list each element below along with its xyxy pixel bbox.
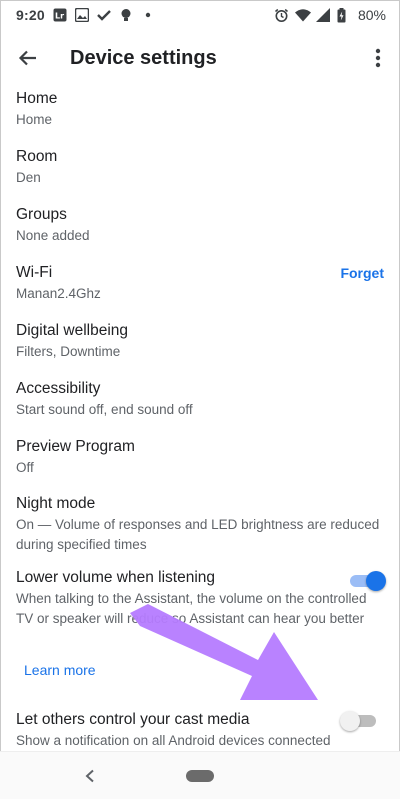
status-bar: 9:20 Lr 80%	[0, 0, 400, 30]
cast-media-toggle[interactable]	[340, 710, 378, 732]
setting-subtitle: On — Volume of responses and LED brightn…	[16, 517, 380, 552]
battery-percent: 80%	[357, 7, 386, 23]
setting-preview-program[interactable]: Preview Program Off	[16, 436, 384, 478]
svg-text:Lr: Lr	[55, 12, 64, 21]
setting-groups[interactable]: Groups None added	[16, 204, 384, 246]
lr-icon: Lr	[53, 8, 67, 22]
setting-subtitle: Show a notification on all Android devic…	[16, 733, 331, 748]
setting-subtitle: When talking to the Assistant, the volum…	[16, 591, 367, 626]
more-options-button[interactable]	[356, 30, 400, 86]
toggle-thumb	[366, 571, 386, 591]
setting-title: Preview Program	[16, 438, 135, 455]
bulb-icon	[119, 8, 133, 22]
page-title: Device settings	[70, 46, 217, 69]
setting-room[interactable]: Room Den	[16, 146, 384, 188]
setting-title: Wi-Fi	[16, 264, 53, 281]
toggle-thumb	[340, 711, 360, 731]
back-button[interactable]	[0, 30, 56, 86]
setting-subtitle: Manan2.4Ghz	[16, 286, 101, 301]
setting-subtitle: Off	[16, 460, 34, 475]
status-time: 9:20	[16, 7, 45, 23]
app-bar: Device settings	[0, 30, 400, 86]
photo-icon	[74, 7, 90, 23]
nav-back-button[interactable]	[78, 764, 102, 788]
check-icon	[96, 8, 111, 22]
setting-title: Groups	[16, 206, 67, 223]
chevron-left-icon	[85, 769, 94, 783]
alarm-icon	[274, 8, 288, 22]
setting-lower-volume[interactable]: Lower volume when listening When talking…	[16, 567, 366, 629]
setting-subtitle: Filters, Downtime	[16, 344, 121, 359]
system-nav-bar	[0, 751, 400, 799]
setting-subtitle: Start sound off, end sound off	[16, 402, 193, 417]
setting-title: Home	[16, 90, 58, 107]
setting-title: Let others control your cast media	[16, 711, 250, 728]
setting-title: Digital wellbeing	[16, 322, 129, 339]
learn-more-link[interactable]: Learn more	[24, 660, 96, 680]
setting-accessibility[interactable]: Accessibility Start sound off, end sound…	[16, 378, 384, 420]
nav-home-pill[interactable]	[186, 770, 214, 782]
setting-title: Night mode	[16, 495, 96, 512]
wifi-icon	[294, 8, 311, 22]
setting-title: Accessibility	[16, 380, 101, 397]
arrow-back-icon	[18, 50, 36, 66]
more-vert-icon	[375, 48, 381, 68]
signal-icon	[315, 8, 330, 22]
forget-wifi-button[interactable]: Forget	[340, 262, 384, 284]
setting-night-mode[interactable]: Night mode On — Volume of responses and …	[16, 493, 384, 555]
setting-subtitle: None added	[16, 228, 90, 243]
setting-home[interactable]: Home Home	[16, 88, 384, 130]
setting-title: Lower volume when listening	[16, 569, 216, 586]
battery-icon	[337, 8, 351, 23]
setting-wifi[interactable]: Wi-Fi Manan2.4Ghz Forget	[16, 262, 384, 304]
lower-volume-toggle[interactable]	[348, 570, 386, 592]
setting-title: Room	[16, 148, 58, 165]
setting-subtitle: Den	[16, 170, 41, 185]
setting-subtitle: Home	[16, 112, 53, 127]
dot-icon	[141, 8, 155, 22]
setting-digital-wellbeing[interactable]: Digital wellbeing Filters, Downtime	[16, 320, 384, 362]
setting-cast-media-control[interactable]: Let others control your cast media Show …	[16, 709, 336, 751]
